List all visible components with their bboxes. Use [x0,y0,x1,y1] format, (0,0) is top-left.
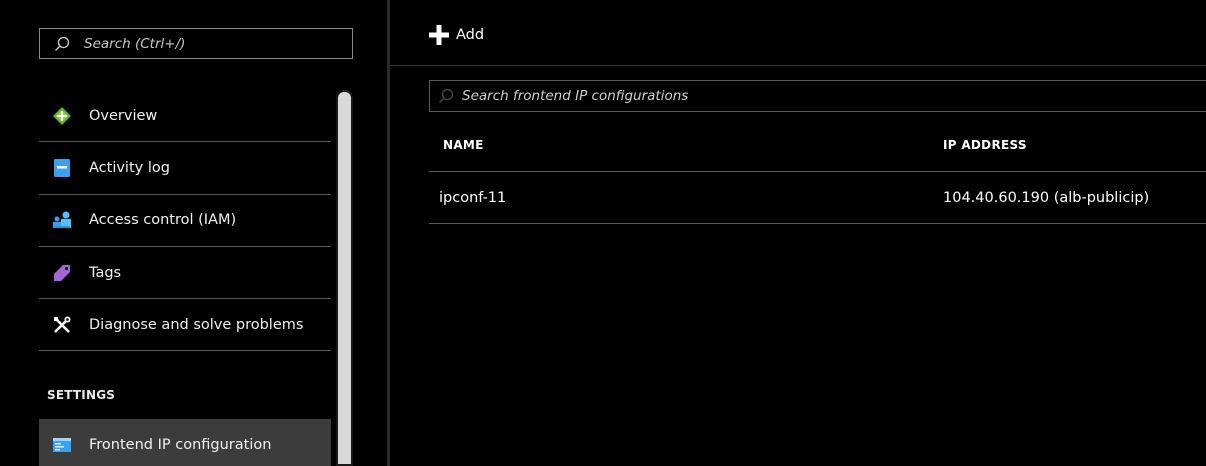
menu-item-label: Activity log [89,159,170,176]
menu-search-input[interactable] [84,35,334,52]
frontend-ip-icon [51,434,73,456]
add-button-label: Add [456,27,485,43]
menu-item-access-control[interactable]: Access control (IAM) [39,195,331,247]
cell-ip-address: 104.40.60.190 (alb-publicip) [943,189,1150,206]
menu-item-label: Diagnose and solve problems [89,316,304,333]
search-icon [55,36,70,51]
cell-name: ipconf-11 [439,189,507,206]
tag-icon [51,262,73,284]
menu-item-overview[interactable]: Overview [39,90,331,143]
menu-item-label: Frontend IP configuration [89,437,272,453]
menu-item-label: Access control (IAM) [89,212,237,229]
plus-icon [429,25,449,45]
column-header-name[interactable]: NAME [443,138,484,152]
content-pane: Add NAME IP ADDRESS ipconf-11 104.40.60.… [390,0,1206,466]
column-header-ip-address[interactable]: IP ADDRESS [943,138,1027,152]
access-control-icon [51,209,73,231]
menu-item-label: Overview [89,107,158,124]
activity-log-icon [51,157,73,179]
menu-item-tags[interactable]: Tags [39,247,331,300]
overview-icon [51,105,73,127]
menu-search-box[interactable] [39,28,353,59]
app-window: Overview Activity log [0,0,1206,466]
menu-item-label: Tags [89,264,122,281]
menu-item-frontend-ip-configuration[interactable]: Frontend IP configuration [39,419,331,466]
menu-scrollbar-thumb[interactable] [336,90,353,466]
menu-list: Overview Activity log Access control (IA… [39,90,331,352]
table-header: NAME IP ADDRESS [429,118,1206,172]
filter-box[interactable] [429,80,1206,112]
search-icon [439,88,454,103]
menu-item-activity-log[interactable]: Activity log [39,142,331,195]
menu-item-diagnose[interactable]: Diagnose and solve problems [39,299,331,352]
command-bar: Add [390,0,1206,66]
wrench-cross-icon [51,314,73,336]
add-button[interactable]: Add [429,25,484,45]
filter-input[interactable] [462,88,1162,104]
frontend-ip-table: NAME IP ADDRESS ipconf-11 104.40.60.190 … [429,118,1206,224]
table-row[interactable]: ipconf-11 104.40.60.190 (alb-publicip) [429,172,1206,224]
resource-menu: Overview Activity log [0,0,387,466]
section-header-settings: SETTINGS [47,388,116,402]
